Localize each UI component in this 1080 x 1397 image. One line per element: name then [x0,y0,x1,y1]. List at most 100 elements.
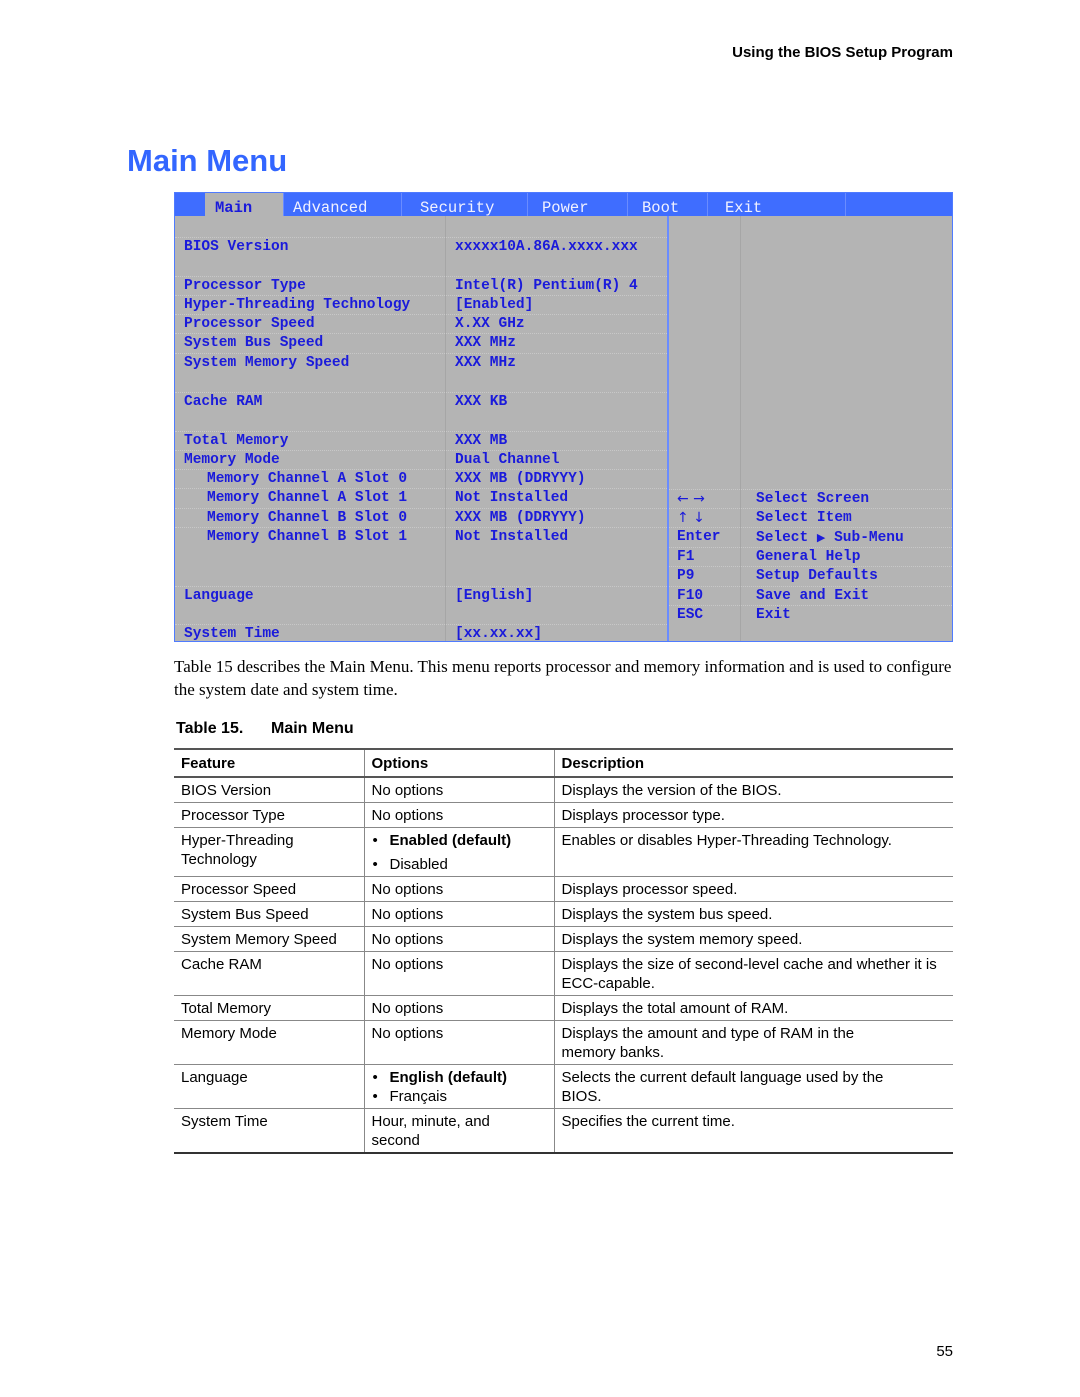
option-item: • Disabled [372,855,547,874]
cell-feature: Language [174,1064,364,1109]
bios-screenshot: Main Advanced Security Power Boot Exit B… [174,192,953,642]
cell-options: No options [363,901,554,927]
item-value[interactable]: [Enabled] [455,296,533,315]
bios-item-bios-version: BIOS Version xxxxx10A.86A.xxxx.xxx [175,237,667,257]
item-label: Memory Channel A Slot 1 [207,490,408,506]
help-desc: Select Screen [756,491,870,507]
bios-item-channel-a-slot-1: Memory Channel A Slot 1 Not Installed [175,488,667,508]
help-key: ESC [677,607,704,623]
bios-item-language[interactable]: Language [English] [175,586,667,606]
item-value: Intel(R) Pentium(R) 4 [455,278,638,294]
bios-tab-security[interactable]: Security [420,193,494,217]
item-value: Dual Channel [455,452,560,468]
item-label: Memory Mode [184,452,280,468]
item-label: BIOS Version [184,239,289,255]
item-label: Processor Speed [184,316,315,332]
cell-feature: System Memory Speed [174,926,364,952]
help-key: P9 [677,568,695,584]
cell-options: No options [363,926,554,952]
tab-divider [707,193,708,216]
bios-item-hyper-threading[interactable]: Hyper-Threading Technology [Enabled] [175,295,667,315]
option-text: English (default) [389,1069,508,1086]
bios-item-cache-ram: Cache RAM XXX KB [175,392,667,412]
bios-item-channel-b-slot-0: Memory Channel B Slot 0 XXX MB (DDRYYY) [175,508,667,528]
help-key: F1 [677,549,695,565]
help-desc: General Help [756,549,861,565]
cell-options: No options [363,1020,554,1065]
item-value: XXX MHz [455,335,516,351]
cell-description: Displays the system bus speed. [553,901,953,927]
bios-tab-exit[interactable]: Exit [725,193,762,217]
help-row-select-screen: ← → Select Screen [669,489,952,509]
help-key: F10 [677,588,704,604]
cell-feature: Processor Speed [174,876,364,902]
tab-divider [527,193,528,216]
cell-description: Displays processor type. [553,802,953,828]
item-value: XXX MB (DDRYYY) [455,471,586,487]
main-menu-table: Feature Options Description BIOS Version… [174,748,953,1154]
cell-feature: System Bus Speed [174,901,364,927]
cell-feature: System Time [174,1108,364,1154]
bullet-icon: • [372,1088,378,1105]
item-label: Memory Channel B Slot 0 [207,510,408,526]
item-value[interactable]: [xx.xx.xx] [455,625,542,644]
bios-item-total-memory: Total Memory XXX MB [175,431,667,451]
item-value: X.XX GHz [455,316,525,332]
table-row: Hyper-Threading Technology • Enabled (def… [174,827,953,877]
bios-tab-advanced[interactable]: Advanced [293,193,367,217]
table-row: Processor Type No options Displays proce… [174,802,953,828]
bullet-icon: • [372,1069,378,1086]
cell-options: • Enabled (default) • Disabled [363,827,554,877]
option-text: Français [389,1088,448,1105]
tab-divider [845,193,846,216]
help-desc-pre: Select [756,530,809,546]
cell-description: Selects the current default language use… [553,1064,953,1109]
item-value[interactable]: [English] [455,587,533,606]
table-caption-title: Main Menu [271,720,354,737]
up-down-arrows-icon: ↑ ↓ [677,510,705,526]
tab-divider [401,193,402,216]
help-row-esc: ESC Exit [669,605,952,625]
item-label: Total Memory [184,433,289,449]
item-label: Memory Channel A Slot 0 [207,471,408,487]
cell-description: Specifies the current time. [553,1108,953,1154]
triangle-right-icon: ▶ [816,531,826,544]
table-row: System Bus Speed No options Displays the… [174,901,953,927]
bios-item-channel-a-slot-0: Memory Channel A Slot 0 XXX MB (DDRYYY) [175,469,667,489]
cell-options: No options [363,802,554,828]
tab-divider [283,193,284,216]
bios-item-system-time[interactable]: System Time [xx.xx.xx] [175,624,667,644]
intro-paragraph: Table 15 describes the Main Menu. This m… [174,657,952,699]
cell-feature: Processor Type [174,802,364,828]
help-row-f10: F10 Save and Exit [669,586,952,606]
help-key: Enter [677,529,721,545]
help-desc-post: Sub-Menu [834,530,904,546]
option-item: • Enabled (default) [372,831,547,850]
bios-item-processor-speed: Processor Speed X.XX GHz [175,314,667,334]
cell-options: • English (default) • Français [363,1064,554,1109]
bios-tab-main[interactable]: Main [205,193,283,217]
table-row: System Memory Speed No options Displays … [174,926,953,952]
item-label: Hyper-Threading Technology [184,297,411,313]
tab-label: Main [215,199,253,217]
option-text: Disabled [389,856,448,873]
bullet-icon: • [372,856,378,873]
item-label: Language [184,588,254,604]
cell-options: No options [363,876,554,902]
option-item: • Français [372,1087,547,1106]
cell-feature: Cache RAM [174,951,364,996]
bios-item-channel-b-slot-1: Memory Channel B Slot 1 Not Installed [175,527,667,547]
cell-options: Hour, minute, and second [363,1108,554,1154]
cell-description: Displays the version of the BIOS. [553,777,953,803]
item-value: xxxxx10A.86A.xxxx.xxx [455,239,638,255]
cell-options: No options [363,777,554,803]
bios-tab-boot[interactable]: Boot [642,193,679,217]
options-list: • English (default) • Français [372,1068,547,1106]
cell-options: No options [363,951,554,996]
options-list: • Enabled (default) • Disabled [372,831,547,874]
help-row-f1: F1 General Help [669,547,952,567]
cell-description: Displays the size of second-level cache … [553,951,953,996]
bios-tab-power[interactable]: Power [542,193,589,217]
item-label: Cache RAM [184,394,263,410]
help-row-p9: P9 Setup Defaults [669,566,952,586]
